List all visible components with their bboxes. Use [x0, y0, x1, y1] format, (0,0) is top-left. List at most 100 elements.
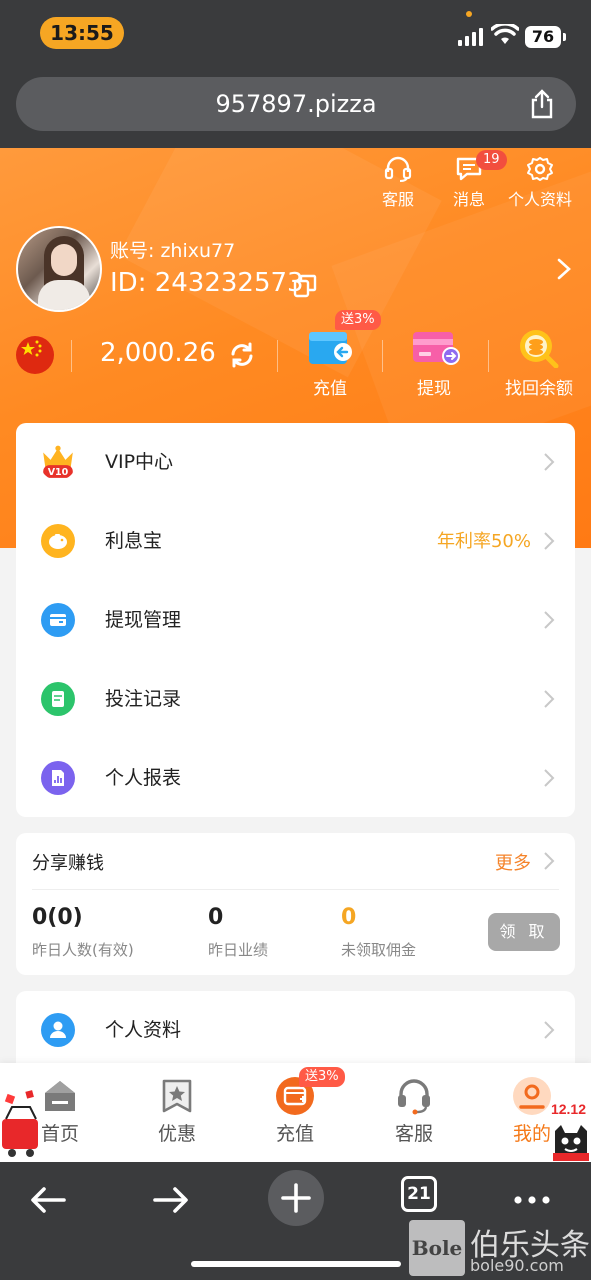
divider — [277, 340, 278, 372]
header-service-button[interactable]: 客服 — [358, 156, 438, 210]
browser-toolbar: 21 Bole 伯乐头条 bole90.com — [0, 1162, 591, 1280]
stat-yesterday-people-value: 0(0) — [32, 905, 83, 930]
claim-button[interactable]: 领 取 — [488, 913, 560, 951]
header-service-label: 客服 — [381, 190, 414, 209]
avatar[interactable] — [16, 226, 102, 312]
status-bar: 13:55 76 957897.pizza — [0, 0, 591, 148]
header-profile-button[interactable]: 个人资料 — [500, 156, 580, 210]
stat-unclaimed-commission-label: 未领取佣金 — [341, 941, 417, 959]
tab-deposit-bonus-badge: 送3% — [299, 1067, 345, 1087]
back-arrow-icon[interactable] — [22, 1174, 74, 1226]
tab-deposit-label: 充值 — [275, 1123, 314, 1145]
recover-balance-icon — [520, 330, 559, 369]
tab-support-label: 客服 — [394, 1123, 433, 1145]
cellular-signal-icon — [458, 28, 484, 46]
tabs-count-button[interactable]: 21 — [401, 1176, 437, 1212]
profile-chevron-icon[interactable] — [557, 258, 571, 280]
tab-promo-label: 优惠 — [157, 1123, 196, 1145]
wifi-icon — [491, 24, 519, 44]
bet-record-icon — [41, 682, 75, 716]
chevron-right-icon — [544, 1021, 555, 1039]
home-indicator — [191, 1261, 401, 1267]
menu-label-profile: 个人资料 — [105, 1019, 182, 1041]
battery-indicator: 76 — [525, 26, 566, 48]
promo-star-icon — [162, 1079, 192, 1113]
new-tab-button[interactable] — [268, 1170, 324, 1226]
menu-label-bet-record: 投注记录 — [105, 688, 182, 710]
forward-arrow-icon[interactable] — [145, 1174, 197, 1226]
tab-support[interactable]: 客服 — [374, 1077, 454, 1146]
stat-yesterday-performance-label: 昨日业绩 — [208, 941, 269, 959]
divider — [32, 889, 559, 890]
share-title: 分享赚钱 — [32, 853, 104, 874]
menu-item-profile[interactable]: 个人资料 — [16, 991, 575, 1070]
menu-card: V10 VIP中心 利息宝 年利率50% 提现管理 投注记录 个人报表 — [16, 423, 575, 817]
deposit-icon — [309, 332, 352, 364]
withdraw-action[interactable]: 提现 — [384, 328, 484, 399]
vip-level-text: V10 — [48, 467, 69, 478]
home-icon — [45, 1081, 75, 1111]
promo-1212-text: 12.12 — [550, 1101, 587, 1117]
menu-item-bet-record[interactable]: 投注记录 — [16, 660, 575, 739]
bottom-tab-bar: 首页 优惠 充值 送3% 客服 我的 12.12 — [0, 1063, 591, 1162]
withdraw-label: 提现 — [417, 379, 451, 399]
chevron-right-icon — [544, 532, 555, 550]
more-menu-icon[interactable] — [506, 1174, 558, 1226]
china-flag-icon — [16, 336, 54, 374]
profile-user-icon — [41, 1013, 75, 1047]
deposit-action[interactable]: 充值 — [280, 328, 380, 399]
tab-home[interactable]: 首页 — [20, 1077, 100, 1146]
user-id: ID: 243232573 — [110, 268, 304, 298]
balance-amount: 2,000.26 — [100, 338, 216, 368]
tab-deposit[interactable]: 充值 — [255, 1077, 335, 1146]
menu-item-report[interactable]: 个人报表 — [16, 739, 575, 818]
address-bar[interactable]: 957897.pizza — [16, 77, 576, 131]
withdraw-card-icon — [413, 332, 460, 365]
menu-label-vip: VIP中心 — [105, 451, 174, 473]
piggy-bank-icon — [41, 524, 75, 558]
recover-balance-label: 找回余额 — [505, 379, 573, 399]
wallet-icon — [41, 603, 75, 637]
interest-rate-text: 年利率50% — [436, 531, 531, 552]
stat-unclaimed-commission-value: 0 — [341, 905, 357, 930]
chevron-right-icon — [544, 453, 555, 471]
menu-item-interest[interactable]: 利息宝 年利率50% — [16, 502, 575, 581]
url-text[interactable]: 957897.pizza — [16, 77, 576, 131]
chevron-right-icon — [544, 769, 555, 787]
recover-balance-action[interactable]: 找回余额 — [489, 328, 589, 399]
copy-icon[interactable] — [293, 274, 317, 298]
menu-label-report: 个人报表 — [105, 767, 182, 789]
watermark-logo: Bole — [409, 1220, 465, 1276]
plus-icon — [281, 1183, 311, 1213]
watermark-subtext: bole90.com — [470, 1256, 564, 1275]
recording-indicator — [466, 11, 472, 17]
menu-item-withdraw-manage[interactable]: 提现管理 — [16, 581, 575, 660]
tab-my-label: 我的 — [512, 1123, 551, 1145]
chevron-right-icon — [544, 611, 555, 629]
share-card: 分享赚钱 更多 0(0) 昨日人数(有效) 0 昨日业绩 0 未领取佣金 领 取 — [16, 833, 575, 975]
tab-home-label: 首页 — [40, 1123, 79, 1145]
gear-icon — [527, 157, 553, 181]
refresh-icon[interactable] — [229, 342, 255, 368]
vip-crown-icon: V10 — [43, 445, 73, 478]
header-message-label: 消息 — [452, 190, 485, 209]
report-icon — [41, 761, 75, 795]
deposit-bonus-badge: 送3% — [335, 310, 381, 330]
divider — [382, 340, 383, 372]
share-icon[interactable] — [528, 89, 556, 119]
stat-yesterday-people-label: 昨日人数(有效) — [32, 941, 134, 959]
support-headset-icon — [398, 1079, 430, 1115]
tab-promo[interactable]: 优惠 — [137, 1077, 217, 1146]
chevron-right-icon — [544, 690, 555, 708]
stat-yesterday-performance-value: 0 — [208, 905, 224, 930]
divider — [71, 340, 72, 372]
menu-item-vip[interactable]: V10 VIP中心 — [16, 423, 575, 502]
menu-label-interest: 利息宝 — [105, 530, 163, 552]
status-time: 13:55 — [40, 17, 124, 49]
share-more-link[interactable]: 更多 — [495, 849, 531, 875]
headset-icon — [384, 156, 412, 182]
menu-label-withdraw-manage: 提现管理 — [105, 609, 182, 631]
deposit-label: 充值 — [313, 379, 347, 399]
chevron-right-icon — [544, 852, 555, 870]
tmall-cat-icon — [553, 1125, 589, 1161]
